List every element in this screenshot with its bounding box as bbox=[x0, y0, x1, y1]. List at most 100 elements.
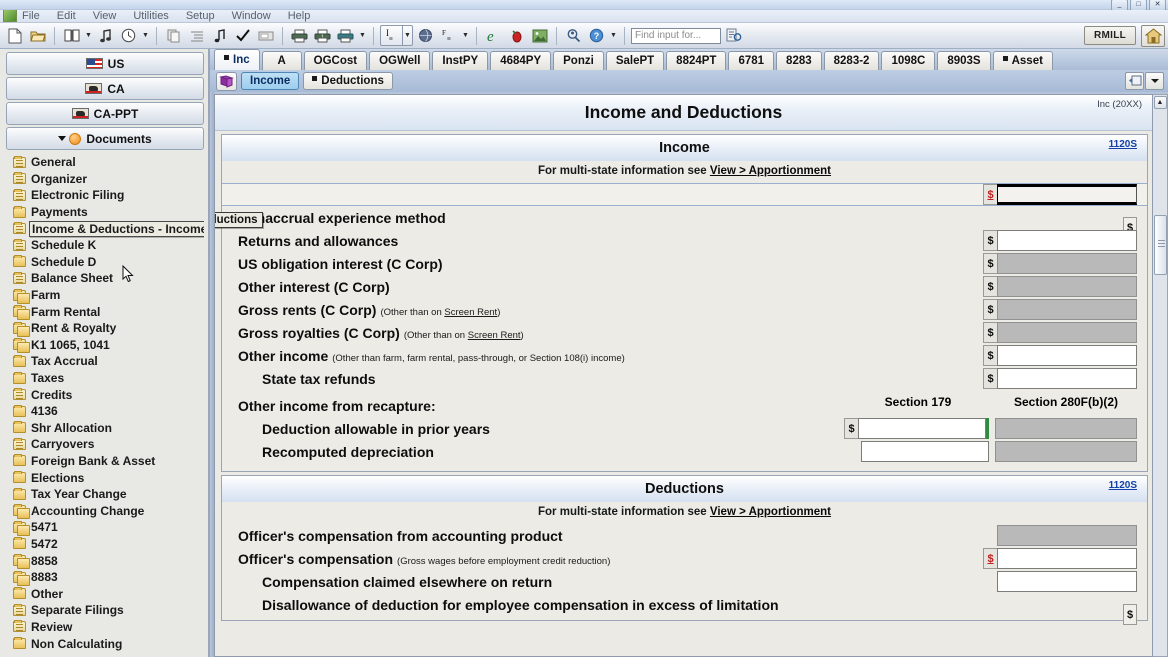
text-format-dropdown-icon[interactable]: ▼ bbox=[403, 25, 412, 46]
superscript-dropdown-icon[interactable]: ▼ bbox=[461, 25, 470, 46]
sidebar-item-general[interactable]: General bbox=[6, 154, 204, 171]
amount-input[interactable] bbox=[997, 184, 1137, 205]
section-179-input[interactable] bbox=[861, 441, 989, 462]
menu-item-edit[interactable]: Edit bbox=[57, 10, 76, 22]
tab-a[interactable]: A bbox=[262, 51, 302, 70]
sidebar-item-separate-filings[interactable]: Separate Filings bbox=[6, 602, 204, 619]
clock-icon[interactable] bbox=[118, 25, 139, 46]
open-folder-icon[interactable] bbox=[27, 25, 48, 46]
help-dropdown-icon[interactable]: ▼ bbox=[609, 25, 618, 46]
sidebar-item-rent-royalty[interactable]: Rent & Royalty bbox=[6, 320, 204, 337]
new-document-icon[interactable] bbox=[4, 25, 25, 46]
sidebar-button-ca-ppt[interactable]: CA-PPT bbox=[6, 102, 204, 125]
field-icon[interactable] bbox=[255, 25, 276, 46]
scroll-up-button[interactable]: ▲ bbox=[1154, 96, 1167, 109]
sidebar-item-electronic-filing[interactable]: Electronic Filing bbox=[6, 187, 204, 204]
amount-input[interactable] bbox=[997, 571, 1137, 592]
sidebar-item-credits[interactable]: Credits bbox=[6, 386, 204, 403]
sub-tab-deductions[interactable]: Deductions bbox=[303, 72, 393, 90]
amount-input[interactable] bbox=[997, 548, 1137, 569]
tab-8283[interactable]: 8283 bbox=[776, 51, 822, 70]
section-179-input[interactable] bbox=[858, 418, 986, 439]
text-format-icon[interactable]: I≡ bbox=[381, 25, 402, 46]
menu-item-help[interactable]: Help bbox=[288, 10, 311, 22]
sidebar-item-5471[interactable]: 5471 bbox=[6, 519, 204, 536]
sidebar-item-accounting-change[interactable]: Accounting Change bbox=[6, 502, 204, 519]
find-input-icon[interactable] bbox=[723, 25, 744, 46]
help-icon[interactable]: ? bbox=[586, 25, 607, 46]
sidebar-button-us[interactable]: US bbox=[6, 52, 204, 75]
sidebar-item-payments[interactable]: Payments bbox=[6, 204, 204, 221]
sidebar-item-farm[interactable]: Farm bbox=[6, 287, 204, 304]
tab-ogcost[interactable]: OGCost bbox=[304, 51, 367, 70]
sidebar-item-non-calculating[interactable]: Non Calculating bbox=[6, 635, 204, 652]
sidebar-item-4136[interactable]: 4136 bbox=[6, 403, 204, 420]
sidebar-item-taxes[interactable]: Taxes bbox=[6, 370, 204, 387]
apportionment-link[interactable]: View > Apportionment bbox=[710, 165, 831, 177]
tab-4684py[interactable]: 4684PY bbox=[490, 51, 551, 70]
sidebar-item-income-deductions-income-and-deductions[interactable]: Income & Deductions - Income and Deducti… bbox=[6, 220, 204, 237]
apportionment-link[interactable]: View > Apportionment bbox=[710, 506, 831, 518]
sidebar-button-ca[interactable]: CA bbox=[6, 77, 204, 100]
sidebar-item-elections[interactable]: Elections bbox=[6, 469, 204, 486]
sidebar-item-other[interactable]: Other bbox=[6, 585, 204, 602]
tab-8283-2[interactable]: 8283-2 bbox=[824, 51, 880, 70]
menu-item-utilities[interactable]: Utilities bbox=[133, 10, 168, 22]
home-icon[interactable] bbox=[1141, 25, 1165, 47]
indent-icon[interactable] bbox=[186, 25, 207, 46]
sidebar-button-documents[interactable]: Documents bbox=[6, 127, 204, 150]
amount-input[interactable] bbox=[997, 368, 1137, 389]
sidebar-item-shr-allocation[interactable]: Shr Allocation bbox=[6, 420, 204, 437]
tab-instpy[interactable]: InstPY bbox=[432, 51, 488, 70]
sidebar-item-organizer[interactable]: Organizer bbox=[6, 171, 204, 188]
print-preview-icon[interactable] bbox=[1125, 72, 1144, 90]
form-vertical-scrollbar[interactable]: ▲ bbox=[1153, 94, 1168, 657]
print-icon[interactable] bbox=[289, 25, 310, 46]
amount-input[interactable] bbox=[997, 345, 1137, 366]
tab-6781[interactable]: 6781 bbox=[728, 51, 774, 70]
sidebar-item-schedule-k[interactable]: Schedule K bbox=[6, 237, 204, 254]
menu-item-file[interactable]: File bbox=[22, 10, 40, 22]
tab-1098c[interactable]: 1098C bbox=[881, 51, 935, 70]
book-dropdown-icon[interactable]: ▼ bbox=[84, 25, 93, 46]
tab-salept[interactable]: SalePT bbox=[606, 51, 664, 70]
sub-tab-income[interactable]: Income bbox=[241, 72, 299, 90]
superscript-icon[interactable]: F≡ bbox=[438, 25, 459, 46]
sidebar-item-tax-year-change[interactable]: Tax Year Change bbox=[6, 486, 204, 503]
sidebar-item-balance-sheet[interactable]: Balance Sheet bbox=[6, 270, 204, 287]
book-icon[interactable] bbox=[61, 25, 82, 46]
menu-item-setup[interactable]: Setup bbox=[186, 10, 215, 22]
tab-ponzi[interactable]: Ponzi bbox=[553, 51, 604, 70]
image-icon[interactable] bbox=[529, 25, 550, 46]
sidebar-item-8883[interactable]: 8883 bbox=[6, 569, 204, 586]
screen-rent-link[interactable]: Screen Rent bbox=[444, 307, 497, 318]
note2-icon[interactable] bbox=[209, 25, 230, 46]
clock-dropdown-icon[interactable]: ▼ bbox=[141, 25, 150, 46]
internet-e-icon[interactable]: e bbox=[483, 25, 504, 46]
tab-ogwell[interactable]: OGWell bbox=[369, 51, 430, 70]
print-color-icon[interactable] bbox=[335, 25, 356, 46]
rmill-button[interactable]: RMILL bbox=[1084, 26, 1136, 45]
print-one-icon[interactable]: 1 bbox=[312, 25, 333, 46]
scrollbar-thumb[interactable] bbox=[1154, 215, 1167, 275]
tab-inc[interactable]: Inc bbox=[214, 49, 260, 70]
menu-item-window[interactable]: Window bbox=[232, 10, 271, 22]
find-input[interactable]: Find input for... bbox=[631, 28, 721, 44]
sidebar-item-review[interactable]: Review bbox=[6, 619, 204, 636]
note-icon[interactable] bbox=[95, 25, 116, 46]
tab-asset[interactable]: Asset bbox=[993, 51, 1053, 70]
copy-icon[interactable] bbox=[163, 25, 184, 46]
sidebar-item-tax-accrual[interactable]: Tax Accrual bbox=[6, 353, 204, 370]
menu-item-view[interactable]: View bbox=[93, 10, 117, 22]
check-icon[interactable] bbox=[232, 25, 253, 46]
form-reference-link[interactable]: 1120S bbox=[1109, 139, 1137, 150]
form-reference-link[interactable]: 1120S bbox=[1109, 480, 1137, 491]
sidebar-item-8858[interactable]: 8858 bbox=[6, 552, 204, 569]
sidebar-item-foreign-bank-asset[interactable]: Foreign Bank & Asset bbox=[6, 453, 204, 470]
amount-input[interactable] bbox=[997, 230, 1137, 251]
chevron-down-icon[interactable] bbox=[1145, 72, 1164, 90]
bug-icon[interactable] bbox=[506, 25, 527, 46]
search-person-icon[interactable] bbox=[563, 25, 584, 46]
sidebar-item-farm-rental[interactable]: Farm Rental bbox=[6, 303, 204, 320]
tab-8824pt[interactable]: 8824PT bbox=[666, 51, 726, 70]
